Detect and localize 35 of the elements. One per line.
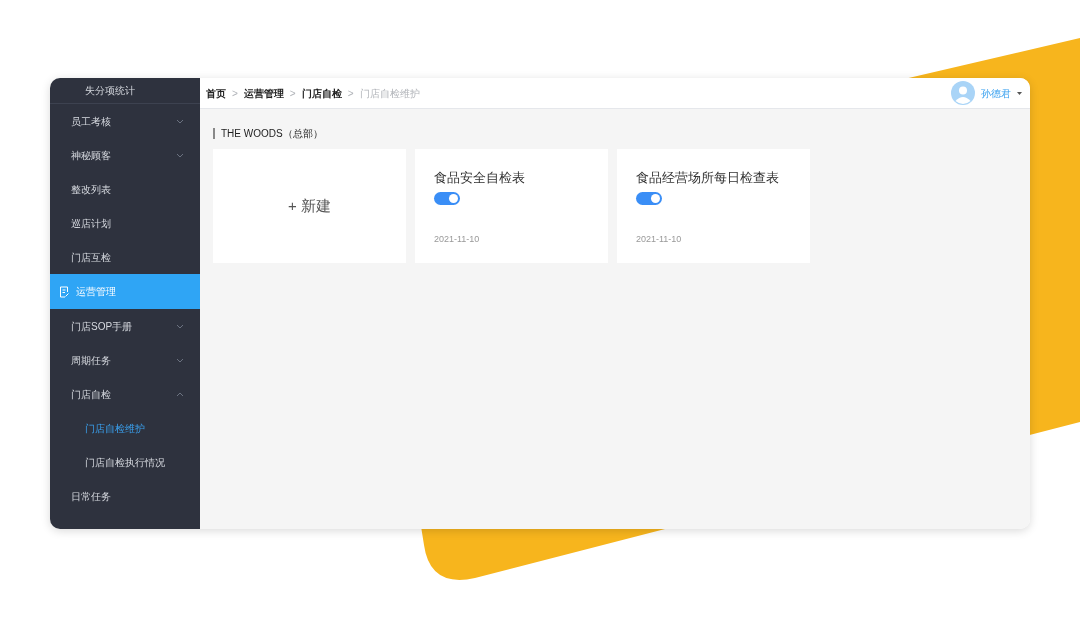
breadcrumb-link[interactable]: 首页 <box>206 85 226 101</box>
card-title: 食品经营场所每日检查表 <box>636 169 780 187</box>
chevron-icon <box>176 391 184 397</box>
form-card[interactable]: 食品安全自检表 2021-11-10 <box>415 149 608 263</box>
sidebar-item[interactable]: 神秘顾客 <box>50 138 200 172</box>
caret-icon[interactable] <box>1017 91 1022 95</box>
breadcrumb-separator: > <box>289 86 296 101</box>
chevron-icon <box>176 357 184 363</box>
card-date: 2021-11-10 <box>636 232 683 246</box>
sidebar-item[interactable]: 日常任务 <box>50 479 200 513</box>
breadcrumb-link[interactable]: 门店自检 <box>301 85 342 101</box>
sidebar-item[interactable]: 门店自检 <box>50 377 200 411</box>
document-icon <box>59 285 70 298</box>
chevron-icon <box>176 152 184 158</box>
card-title: 食品安全自检表 <box>434 169 526 187</box>
sidebar-item[interactable]: 门店互检 <box>50 240 200 274</box>
sidebar-item[interactable]: 门店自检执行情况 <box>50 445 200 479</box>
breadcrumb-separator: > <box>347 86 354 101</box>
toggle-switch[interactable] <box>636 191 662 205</box>
sidebar-item[interactable]: 门店自检维护 <box>50 411 200 445</box>
sidebar-item[interactable]: 员工考核 <box>50 104 200 138</box>
new-card[interactable]: + 新建 <box>213 149 406 263</box>
sidebar-item[interactable]: 整改列表 <box>50 172 200 206</box>
chevron-icon <box>176 118 184 124</box>
breadcrumb-link[interactable]: 运营管理 <box>243 85 284 101</box>
toggle-switch[interactable] <box>434 191 460 205</box>
sidebar-item[interactable]: 周期任务 <box>50 343 200 377</box>
sidebar-item[interactable]: 门店SOP手册 <box>50 309 200 343</box>
breadcrumb-separator: > <box>232 86 238 101</box>
title-bar-mark <box>213 128 215 139</box>
chevron-icon <box>176 323 184 329</box>
section-title: THE WOODS（总部） <box>221 127 323 141</box>
sidebar-item[interactable]: 巡店计划 <box>50 206 200 240</box>
card-date: 2021-11-10 <box>434 232 481 246</box>
form-card[interactable]: 食品经营场所每日检查表 2021-11-10 <box>617 149 810 263</box>
